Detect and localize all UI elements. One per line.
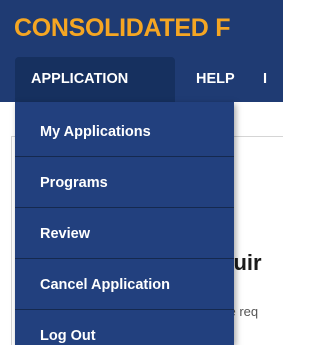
menu-item-review[interactable]: Review xyxy=(15,209,234,259)
menu-item-label: My Applications xyxy=(40,124,151,140)
application-dropdown-menu: My Applications Programs Review Cancel A… xyxy=(15,102,234,345)
menu-item-label: Programs xyxy=(40,175,108,191)
nav-tab-application[interactable]: APPLICATION xyxy=(15,57,175,102)
menu-item-label: Log Out xyxy=(40,328,96,344)
menu-item-programs[interactable]: Programs xyxy=(15,158,234,208)
site-brand-title: CONSOLIDATED F xyxy=(14,14,231,42)
menu-item-log-out[interactable]: Log Out xyxy=(15,311,234,345)
content-frame-left-border xyxy=(11,136,12,345)
site-header: CONSOLIDATED F APPLICATION HELP I xyxy=(0,0,283,102)
menu-item-my-applications[interactable]: My Applications xyxy=(15,107,234,157)
page: CONSOLIDATED F APPLICATION HELP I quir i… xyxy=(0,0,283,345)
menu-item-label: Review xyxy=(40,226,90,242)
main-nav: APPLICATION HELP I xyxy=(0,57,283,102)
menu-item-cancel-application[interactable]: Cancel Application xyxy=(15,260,234,310)
menu-item-label: Cancel Application xyxy=(40,277,170,293)
nav-tab-next[interactable]: I xyxy=(263,57,283,102)
nav-tab-help[interactable]: HELP xyxy=(196,57,236,102)
